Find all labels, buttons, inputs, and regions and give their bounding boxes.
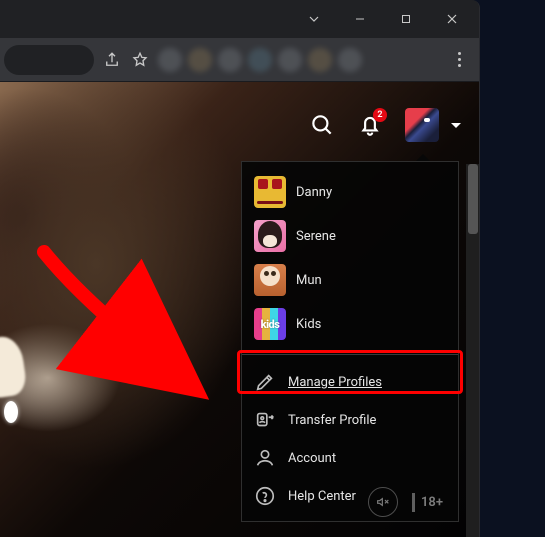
menu-label: Help Center: [288, 489, 356, 504]
browser-window: 2 Danny Serene Mun kids Kids: [0, 0, 480, 537]
profile-item-mun[interactable]: Mun: [242, 258, 458, 302]
menu-divider: [242, 354, 458, 355]
age-rating-badge: 18+: [412, 493, 451, 512]
profile-dropdown: Danny Serene Mun kids Kids Manage Profil…: [241, 161, 459, 522]
manage-profiles-menu-item[interactable]: Manage Profiles: [242, 363, 458, 401]
pencil-icon: [254, 371, 276, 393]
menu-label: Manage Profiles: [288, 375, 382, 390]
avatar-icon: [254, 176, 286, 208]
mute-icon[interactable]: [368, 487, 398, 517]
profile-label: Danny: [296, 185, 332, 200]
share-icon[interactable]: [102, 50, 122, 70]
profile-caret-icon[interactable]: [451, 123, 461, 128]
scrollbar[interactable]: [466, 164, 480, 537]
page-content: 2 Danny Serene Mun kids Kids: [0, 82, 479, 537]
maximize-button[interactable]: [383, 3, 429, 35]
dropdown-pointer-icon: [416, 154, 430, 161]
address-bar[interactable]: [4, 45, 94, 75]
profile-label: Mun: [296, 273, 322, 288]
profile-item-danny[interactable]: Danny: [242, 170, 458, 214]
help-icon: [254, 485, 276, 507]
browser-toolbar: [0, 38, 479, 82]
close-button[interactable]: [429, 3, 475, 35]
transfer-icon: [254, 409, 276, 431]
avatar-icon: kids: [254, 308, 286, 340]
avatar-icon: [254, 220, 286, 252]
profile-label: Serene: [296, 229, 336, 244]
profile-item-kids[interactable]: kids Kids: [242, 302, 458, 346]
menu-label: Account: [288, 451, 336, 466]
window-titlebar: [0, 0, 479, 38]
minimize-button[interactable]: [337, 3, 383, 35]
site-topbar-right: 2: [309, 108, 461, 142]
account-icon: [254, 447, 276, 469]
profile-item-serene[interactable]: Serene: [242, 214, 458, 258]
account-menu-item[interactable]: Account: [242, 439, 458, 477]
playback-controls: 18+: [368, 487, 451, 517]
search-icon[interactable]: [309, 112, 335, 138]
menu-label: Transfer Profile: [288, 413, 376, 428]
transfer-profile-menu-item[interactable]: Transfer Profile: [242, 401, 458, 439]
notification-badge: 2: [373, 108, 387, 122]
bookmark-star-icon[interactable]: [130, 50, 150, 70]
avatar-icon: [254, 264, 286, 296]
notifications-icon[interactable]: 2: [357, 112, 383, 138]
profile-avatar-button[interactable]: [405, 108, 439, 142]
profile-label: Kids: [296, 317, 321, 332]
extensions-strip: [158, 48, 441, 72]
caret-down-icon[interactable]: [291, 3, 337, 35]
browser-menu-button[interactable]: [449, 50, 469, 70]
